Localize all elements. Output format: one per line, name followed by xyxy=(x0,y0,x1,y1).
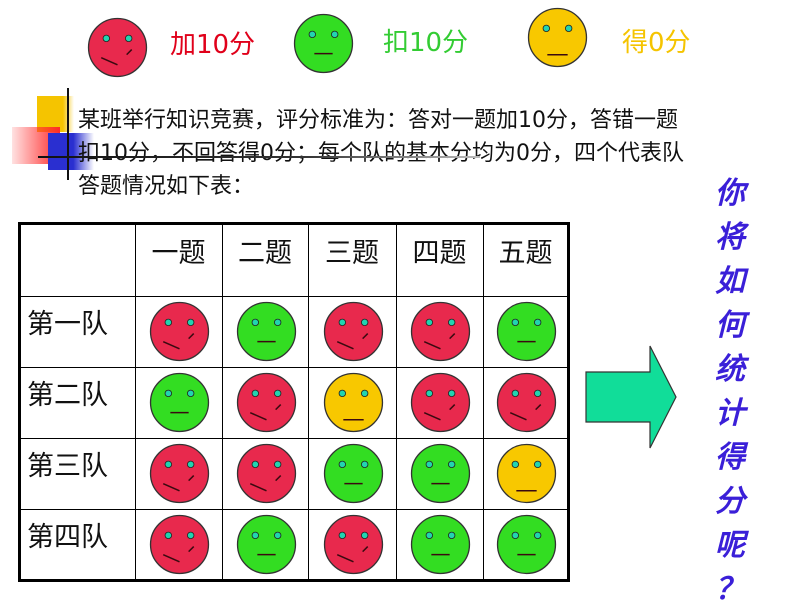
smile-face-icon xyxy=(236,372,296,433)
answer-cell-red xyxy=(149,301,210,366)
answer-cell-green xyxy=(496,514,557,579)
smile-face-icon xyxy=(149,443,210,504)
table-column-divider xyxy=(135,225,136,579)
smile-face-icon xyxy=(410,301,471,362)
smile-face-icon xyxy=(323,514,383,575)
neutral-face-yellow-icon xyxy=(496,443,557,504)
table-row-divider xyxy=(21,438,567,439)
legend-label-yellow: 得0分 xyxy=(622,28,691,58)
answer-cell-green xyxy=(236,301,297,366)
neutral-face-green-icon xyxy=(410,443,471,504)
answer-cell-red xyxy=(236,443,297,508)
question-char: ？ xyxy=(715,572,745,607)
answer-cell-red xyxy=(149,443,210,508)
legend-face-red xyxy=(87,17,148,82)
legend-face-yellow xyxy=(527,7,588,72)
smile-face-icon xyxy=(410,372,471,433)
legend-label-red: 加10分 xyxy=(170,30,256,60)
answer-cell-yellow xyxy=(496,443,557,508)
table-row-divider xyxy=(21,367,567,368)
smile-face-icon xyxy=(149,514,210,575)
neutral-face-green-icon xyxy=(236,301,296,362)
answer-cell-red xyxy=(410,301,471,366)
smile-face-icon xyxy=(496,372,557,433)
answer-cell-red xyxy=(149,514,210,579)
question-char: 呢 xyxy=(715,528,745,563)
intro-line: 扣10分，不回答得0分；每个队的基本分均为0分，四个代表队 xyxy=(78,141,684,166)
neutral-face-green-icon xyxy=(236,514,296,575)
neutral-face-green-icon xyxy=(410,514,471,575)
row-header-team: 第二队 xyxy=(27,380,108,411)
table-column-divider xyxy=(396,225,397,579)
question-char: 如 xyxy=(715,264,745,299)
table-column-divider xyxy=(308,225,309,579)
answer-cell-red xyxy=(323,301,384,366)
column-header: 三题 xyxy=(325,238,379,269)
column-header: 五题 xyxy=(498,238,553,269)
table-column-divider xyxy=(222,225,223,579)
answer-cell-yellow xyxy=(323,372,384,437)
answer-cell-green xyxy=(496,301,557,366)
neutral-face-green-icon xyxy=(496,514,557,575)
smile-face-icon xyxy=(323,301,383,362)
neutral-face-green-icon xyxy=(496,301,557,362)
column-header: 四题 xyxy=(412,238,467,269)
neutral-face-yellow-icon xyxy=(527,7,588,68)
smile-face-icon xyxy=(87,17,148,78)
intro-line: 某班举行知识竞赛，评分标准为：答对一题加10分，答错一题 xyxy=(78,108,678,133)
answer-cell-green xyxy=(410,443,471,508)
question-vertical-text: 你将如何统计得分呢 ？ xyxy=(705,172,755,612)
legend-label-green: 扣10分 xyxy=(383,28,469,58)
answer-cell-green xyxy=(323,443,384,508)
neutral-face-yellow-icon xyxy=(323,372,383,433)
question-char: 得 xyxy=(715,440,745,475)
right-arrow-icon xyxy=(585,345,677,449)
legend-face-green xyxy=(293,13,354,78)
question-char: 分 xyxy=(715,484,745,519)
smile-face-icon xyxy=(236,443,296,504)
question-char: 何 xyxy=(715,308,745,343)
table-row-divider xyxy=(21,509,567,510)
neutral-face-green-icon xyxy=(149,372,210,433)
decor-vertical-line xyxy=(67,88,69,180)
answer-cell-red xyxy=(496,372,557,437)
answer-cell-green xyxy=(149,372,210,437)
column-header: 二题 xyxy=(238,238,292,269)
answers-table: 一题 二题 三题 四题 五题第一队第二队第三队第四队 xyxy=(18,222,570,582)
table-column-divider xyxy=(483,225,484,579)
answer-cell-red xyxy=(323,514,384,579)
decor-horizontal-line xyxy=(38,156,480,158)
neutral-face-green-icon xyxy=(323,443,383,504)
column-header: 一题 xyxy=(151,238,206,269)
smile-face-icon xyxy=(149,301,210,362)
neutral-face-green-icon xyxy=(293,13,354,74)
answer-cell-red xyxy=(410,372,471,437)
intro-line: 答题情况如下表： xyxy=(78,174,255,199)
answer-cell-green xyxy=(236,514,297,579)
answer-cell-green xyxy=(410,514,471,579)
question-char: 统 xyxy=(715,352,745,387)
question-char: 将 xyxy=(715,220,745,255)
row-header-team: 第三队 xyxy=(27,451,108,482)
row-header-team: 第四队 xyxy=(27,522,108,553)
intro-paragraph: 某班举行知识竞赛，评分标准为：答对一题加10分，答错一题 扣10分，不回答得0分… xyxy=(78,104,800,203)
question-char: 你 xyxy=(715,176,745,211)
question-char: 计 xyxy=(715,396,745,431)
answer-cell-red xyxy=(236,372,297,437)
table-row-divider xyxy=(21,296,567,297)
row-header-team: 第一队 xyxy=(27,309,108,340)
